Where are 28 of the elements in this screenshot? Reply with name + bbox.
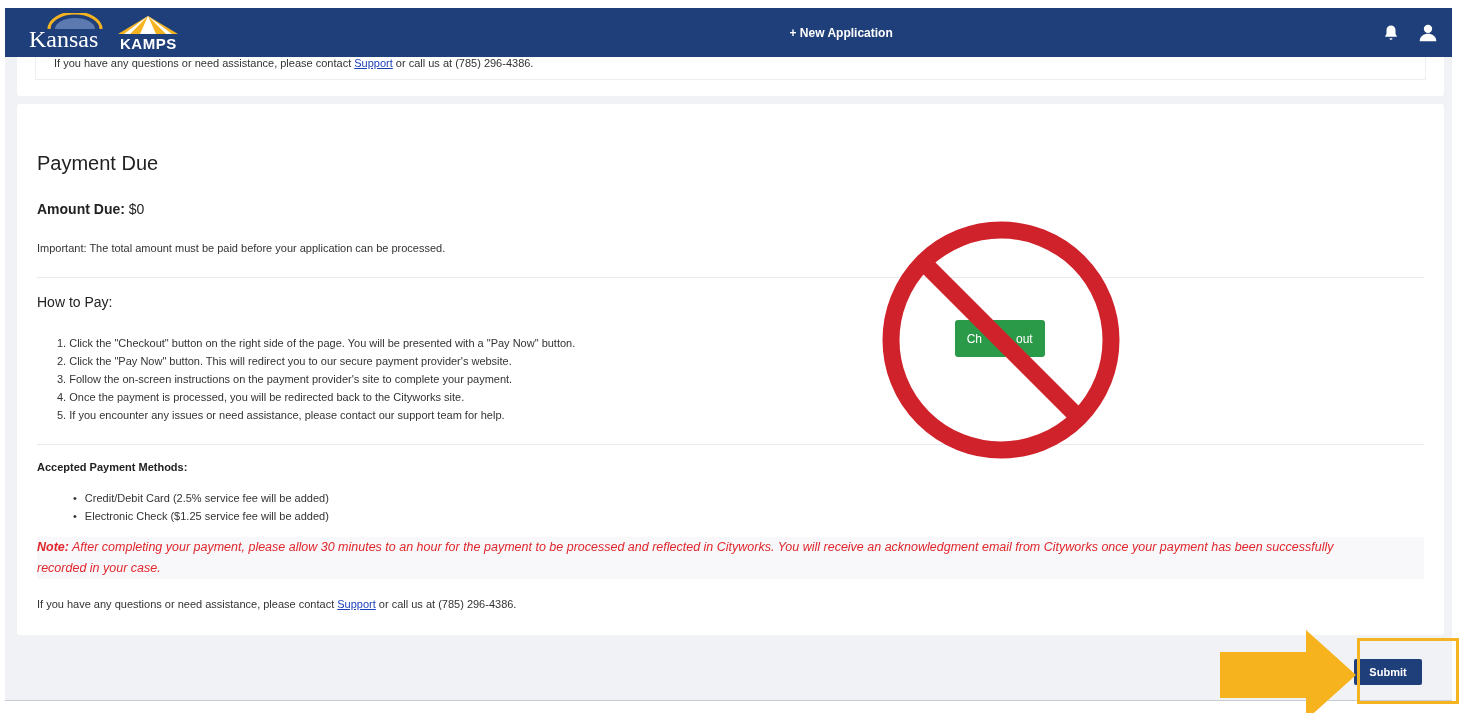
section-title: Payment Due	[37, 152, 160, 175]
contact-text: If you have any questions or need assistance, please contact Support or call us at (785) 296-4386.	[54, 57, 534, 69]
how-to-pay-title: How to Pay:	[37, 294, 114, 310]
payment-method: Credit/Debit Card (2.5% service fee will be added)	[84, 491, 329, 506]
methods-title: Accepted Payment Methods:	[37, 461, 189, 473]
payment-method: Electronic Check ($1.25 service fee will be added)	[84, 509, 329, 524]
step-text: 4. Once the payment is processed, you will be redirected back to the Cityworks site.	[57, 390, 466, 405]
note-text: Note: After completing your payment, please allow 30 minutes to an hour for the payment to be processed and reflected in Cityworks. You will receive an acknowledgment email from Cityworks once your payment has been successfully recorded in your case.	[37, 537, 1424, 579]
bullet: •	[73, 509, 77, 524]
state-logo: Kansas	[29, 27, 99, 51]
important-text: Important: The total amount must be paid before your application can be processed.	[37, 241, 447, 256]
support-link[interactable]: Support	[354, 57, 393, 69]
support-link[interactable]: Support	[337, 598, 376, 610]
user-icon[interactable]	[1418, 22, 1438, 43]
notification-bell-icon[interactable]	[1382, 23, 1400, 42]
step-text: 3. Follow the on-screen instructions on the payment provider's site to complete your payment.	[57, 372, 514, 387]
submit-button[interactable]: Submit	[1354, 658, 1422, 685]
arch-icon	[45, 13, 105, 29]
contact-text: If you have any questions or need assistance, please contact Support or call us at (785) 296-4386.	[37, 597, 518, 612]
app-logo: KAMPS	[120, 36, 177, 51]
amount-due: Amount Due: $0	[37, 201, 146, 217]
step-text: 2. Click the "Pay Now" button. This will redirect you to our secure payment provider's website.	[57, 354, 513, 369]
step-text: 5. If you encounter any issues or need assistance, please contact our support team for help.	[57, 408, 506, 423]
new-application-link[interactable]: + New Application	[789, 25, 893, 40]
prohibition-sign-icon	[881, 220, 1121, 460]
bullet: •	[73, 491, 77, 506]
step-text: 1. Click the "Checkout" button on the right side of the page. You will be presented with a "Pay Now" button.	[57, 336, 576, 351]
arrow-icon	[1220, 630, 1356, 713]
